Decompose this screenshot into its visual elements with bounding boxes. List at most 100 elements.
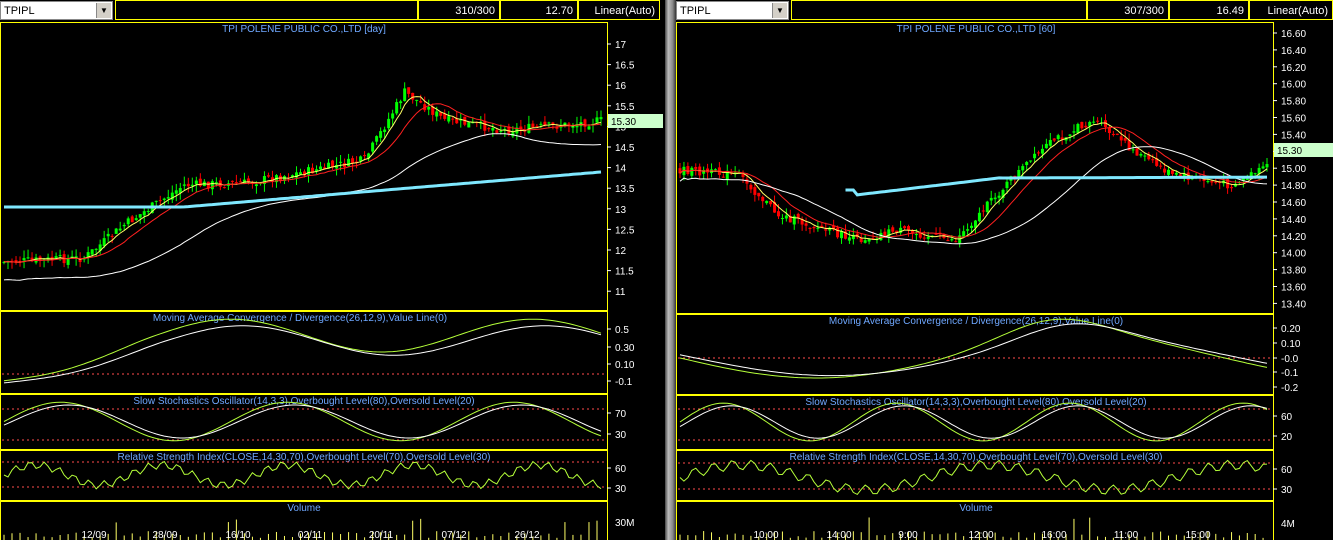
right-chart-canvas[interactable]: TPI POLENE PUBLIC CO.,LTD [60] Moving Ave… bbox=[676, 0, 1333, 540]
x-axis-label: 26/12 bbox=[514, 530, 539, 540]
candle-body bbox=[962, 231, 966, 237]
candle-body bbox=[210, 181, 214, 190]
left-chart-canvas[interactable]: TPI POLENE PUBLIC CO.,LTD [day] Moving Av… bbox=[0, 0, 665, 540]
candle-body bbox=[110, 235, 114, 237]
candle-body bbox=[804, 223, 808, 226]
candle-body bbox=[780, 218, 784, 220]
candle-body bbox=[1151, 159, 1155, 161]
candle-body bbox=[138, 214, 142, 218]
candle-body bbox=[757, 192, 761, 197]
macd-tick-label: -0.1 bbox=[615, 377, 633, 388]
x-axis-label: 20/11 bbox=[369, 530, 394, 540]
price-pane-frame bbox=[0, 22, 608, 311]
candle-body bbox=[1214, 181, 1218, 183]
candle-body bbox=[359, 156, 363, 162]
candle-body bbox=[399, 101, 403, 104]
candle-body bbox=[90, 249, 94, 255]
candle-body bbox=[214, 182, 218, 184]
candle-body bbox=[1056, 135, 1060, 140]
candle-body bbox=[1096, 120, 1100, 122]
candle-body bbox=[847, 237, 851, 241]
candle-body bbox=[1123, 138, 1127, 141]
stoch-tick-label: 70 bbox=[615, 409, 627, 420]
candle-body bbox=[883, 231, 887, 237]
volume-tick-label: 4M bbox=[1281, 519, 1295, 530]
candle-body bbox=[238, 181, 242, 183]
candle-body bbox=[1068, 134, 1072, 136]
candle-body bbox=[776, 211, 780, 217]
macd-tick-label: 0.10 bbox=[615, 360, 635, 371]
stoch-pane-title: Slow Stochastics Oscillator(14,3,3),Over… bbox=[805, 397, 1146, 408]
candle-body bbox=[1170, 170, 1174, 174]
candle-body bbox=[1076, 124, 1080, 133]
candle-body bbox=[599, 117, 603, 120]
candle-body bbox=[230, 180, 234, 182]
candle-body bbox=[339, 161, 343, 163]
candle-body bbox=[690, 167, 694, 176]
candle-body bbox=[903, 226, 907, 229]
candle-body bbox=[1037, 152, 1041, 154]
candle-body bbox=[1048, 139, 1052, 146]
candle-body bbox=[531, 123, 535, 128]
candle-body bbox=[154, 200, 158, 202]
candle-body bbox=[1029, 160, 1033, 162]
candle-body bbox=[106, 233, 110, 237]
candle-body bbox=[1206, 181, 1210, 183]
candle-body bbox=[1163, 168, 1167, 173]
candle-body bbox=[997, 195, 1001, 198]
price-tick-label: 12.5 bbox=[615, 225, 635, 236]
price-tick-label: 17 bbox=[615, 40, 627, 51]
candle-body bbox=[1174, 172, 1178, 175]
candle-body bbox=[547, 122, 551, 124]
candle-body bbox=[447, 116, 451, 122]
panel-splitter[interactable] bbox=[665, 0, 676, 540]
price-tick-label: 13 bbox=[615, 205, 627, 216]
candle-body bbox=[784, 215, 788, 219]
candle-body bbox=[298, 172, 302, 175]
candle-body bbox=[487, 128, 491, 130]
last-price-label: 15.30 bbox=[1277, 146, 1302, 157]
ma-slow-line bbox=[679, 146, 1268, 245]
volume-pane-title: Volume bbox=[287, 503, 321, 514]
candle-body bbox=[859, 238, 863, 243]
candle-body bbox=[126, 218, 130, 225]
candle-body bbox=[993, 197, 997, 200]
candle-body bbox=[1021, 166, 1025, 171]
candle-body bbox=[182, 184, 186, 186]
candle-body bbox=[989, 197, 993, 201]
candle-body bbox=[1253, 173, 1257, 175]
candle-body bbox=[411, 92, 415, 100]
candle-body bbox=[162, 198, 166, 201]
candle-body bbox=[1072, 131, 1076, 133]
candle-body bbox=[1135, 148, 1139, 156]
candle-body bbox=[467, 122, 471, 128]
candle-body bbox=[1033, 153, 1037, 159]
x-axis-label: 12/09 bbox=[81, 530, 106, 540]
candle-body bbox=[1115, 133, 1119, 135]
x-axis-label: 11:00 bbox=[1114, 530, 1139, 540]
candle-body bbox=[812, 227, 816, 229]
rsi-tick-label: 60 bbox=[1281, 465, 1293, 476]
macd-tick-label: -0.0 bbox=[1281, 354, 1299, 365]
price-tick-label: 13.5 bbox=[615, 184, 635, 195]
macd-line bbox=[679, 318, 1268, 379]
macd-tick-label: 0.30 bbox=[615, 343, 635, 354]
candle-body bbox=[543, 121, 547, 126]
candle-body bbox=[587, 126, 591, 130]
x-axis-label: 10:00 bbox=[753, 530, 778, 540]
candle-body bbox=[371, 142, 375, 152]
candle-body bbox=[391, 113, 395, 119]
candle-body bbox=[415, 99, 419, 101]
candle-body bbox=[981, 210, 985, 212]
candle-body bbox=[451, 118, 455, 120]
candle-body bbox=[808, 227, 812, 229]
price-tick-label: 15.60 bbox=[1281, 114, 1306, 125]
price-tick-label: 13.60 bbox=[1281, 283, 1306, 294]
price-tick-label: 11 bbox=[615, 287, 626, 298]
candle-body bbox=[721, 176, 725, 178]
rsi-tick-label: 60 bbox=[615, 464, 627, 475]
price-pane-title: TPI POLENE PUBLIC CO.,LTD [day] bbox=[222, 24, 386, 35]
price-tick-label: 16 bbox=[615, 81, 627, 92]
candle-body bbox=[1052, 138, 1056, 141]
candle-body bbox=[1084, 125, 1088, 128]
